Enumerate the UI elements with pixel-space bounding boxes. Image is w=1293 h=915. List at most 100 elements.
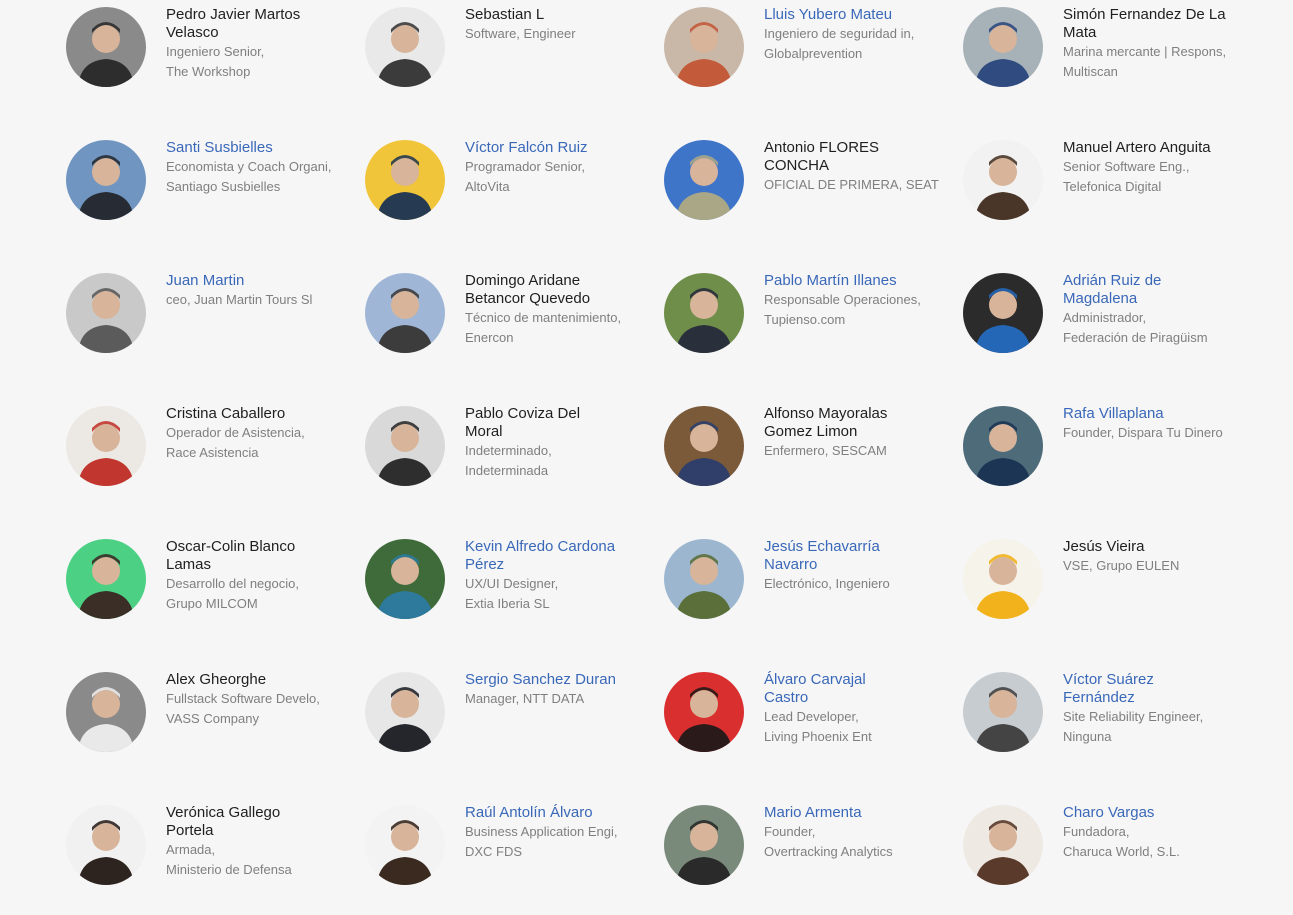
person-card[interactable]: Víctor Suárez Fernández Site Reliability E… <box>963 671 1253 782</box>
person-name: Alex Gheorghe <box>166 671 267 688</box>
person-role: VSE, Grupo EULEN <box>1063 558 1180 573</box>
avatar[interactable] <box>963 805 1043 885</box>
person-card[interactable]: Manuel Artero Anguita Senior Software Eng… <box>963 139 1253 250</box>
person-role: Marina mercante | Respons, Multiscan <box>1063 44 1227 79</box>
person-card[interactable]: Charo Vargas Fundadora, Charuca World, S.L… <box>963 804 1253 915</box>
avatar[interactable] <box>664 140 744 220</box>
avatar-image <box>963 406 1043 486</box>
person-name[interactable]: Charo Vargas <box>1063 804 1243 822</box>
person-card[interactable]: Raúl Antolín Álvaro Business Application … <box>365 804 655 915</box>
avatar[interactable] <box>365 7 445 87</box>
person-card[interactable]: Santi Susbielles Economista y Coach Organ… <box>66 139 356 250</box>
avatar[interactable] <box>66 672 146 752</box>
person-card[interactable]: Oscar-Colin Blanco Lamas Desarrollo del ne… <box>66 538 356 649</box>
person-name[interactable]: Álvaro Carvajal Castro <box>764 671 944 707</box>
avatar-image <box>963 672 1043 752</box>
avatar[interactable] <box>664 273 744 353</box>
person-name[interactable]: Rafa Villaplana <box>1063 405 1243 423</box>
avatar[interactable] <box>963 7 1043 87</box>
person-card[interactable]: Verónica Gallego Portela Armada, Ministerio… <box>66 804 356 915</box>
person-info: Simón Fernandez De La Mata Marina mercante… <box>1063 6 1243 82</box>
person-name: Simón Fernandez De La Mata <box>1063 6 1226 41</box>
person-card[interactable]: Mario Armenta Founder, Overtracking Analyt… <box>664 804 954 915</box>
person-info: Oscar-Colin Blanco Lamas Desarrollo del ne… <box>166 538 346 614</box>
avatar[interactable] <box>664 805 744 885</box>
person-role: Programador Senior, AltoVita <box>465 159 585 194</box>
avatar[interactable] <box>963 539 1043 619</box>
person-role: Responsable Operaciones, Tupienso.com <box>764 292 921 327</box>
person-name: Alfonso Mayoralas Gomez Limon <box>764 405 888 440</box>
person-info: Sebastian L Software, Engineer <box>465 6 645 44</box>
avatar[interactable] <box>963 672 1043 752</box>
person-card[interactable]: Kevin Alfredo Cardona Pérez UX/UI Designer… <box>365 538 655 649</box>
person-role: Founder, Overtracking Analytics <box>764 824 893 859</box>
avatar[interactable] <box>66 273 146 353</box>
avatar[interactable] <box>365 805 445 885</box>
avatar[interactable] <box>963 140 1043 220</box>
person-name[interactable]: Juan Martin <box>166 272 346 290</box>
person-card[interactable]: Jesús Vieira VSE, Grupo EULEN <box>963 538 1253 649</box>
person-card[interactable]: Alfonso Mayoralas Gomez Limon Enfermero, S… <box>664 405 954 516</box>
person-name[interactable]: Raúl Antolín Álvaro <box>465 804 645 822</box>
person-card[interactable]: Lluis Yubero Mateu Ingeniero de seguridad… <box>664 6 954 117</box>
person-card[interactable]: Juan Martin ceo, Juan Martin Tours Sl <box>66 272 356 383</box>
person-card[interactable]: Jesús Echavarría Navarro Electrónico, Inge… <box>664 538 954 649</box>
person-name[interactable]: Pablo Martín Illanes <box>764 272 944 290</box>
avatar[interactable] <box>365 539 445 619</box>
avatar[interactable] <box>66 7 146 87</box>
person-card[interactable]: Domingo Aridane Betancor Quevedo Técnico d… <box>365 272 655 383</box>
avatar[interactable] <box>963 273 1043 353</box>
avatar[interactable] <box>66 539 146 619</box>
avatar-image <box>66 140 146 220</box>
avatar[interactable] <box>664 7 744 87</box>
person-name[interactable]: Adrián Ruiz de Magdalena <box>1063 272 1243 308</box>
person-card[interactable]: Sebastian L Software, Engineer <box>365 6 655 117</box>
person-card[interactable]: Simón Fernandez De La Mata Marina mercante… <box>963 6 1253 117</box>
person-name[interactable]: Jesús Echavarría Navarro <box>764 538 944 574</box>
person-name[interactable]: Sergio Sanchez Duran <box>465 671 645 689</box>
person-card[interactable]: Álvaro Carvajal Castro Lead Developer, Livi… <box>664 671 954 782</box>
avatar[interactable] <box>66 805 146 885</box>
avatar[interactable] <box>365 672 445 752</box>
person-name[interactable]: Kevin Alfredo Cardona Pérez <box>465 538 645 574</box>
person-card[interactable]: Alex Gheorghe Fullstack Software Develo, V… <box>66 671 356 782</box>
person-name[interactable]: Víctor Falcón Ruiz <box>465 139 645 157</box>
person-info: Cristina Caballero Operador de Asistencia… <box>166 405 346 463</box>
person-card[interactable]: Pablo Coviza Del Moral Indeterminado, Indet… <box>365 405 655 516</box>
avatar-image <box>365 273 445 353</box>
avatar[interactable] <box>365 273 445 353</box>
person-info: Rafa Villaplana Founder, Dispara Tu Diner… <box>1063 405 1243 443</box>
avatar-image <box>365 805 445 885</box>
avatar[interactable] <box>66 140 146 220</box>
avatar-image <box>963 140 1043 220</box>
person-info: Kevin Alfredo Cardona Pérez UX/UI Designer… <box>465 538 645 614</box>
person-name[interactable]: Lluis Yubero Mateu <box>764 6 944 24</box>
person-card[interactable]: Cristina Caballero Operador de Asistencia… <box>66 405 356 516</box>
avatar[interactable] <box>365 140 445 220</box>
person-card[interactable]: Víctor Falcón Ruiz Programador Senior, Alt… <box>365 139 655 250</box>
person-role: Desarrollo del negocio, Grupo MILCOM <box>166 576 299 611</box>
avatar[interactable] <box>66 406 146 486</box>
person-name[interactable]: Víctor Suárez Fernández <box>1063 671 1243 707</box>
person-role: Site Reliability Engineer, Ninguna <box>1063 709 1204 744</box>
avatar[interactable] <box>664 539 744 619</box>
person-info: Alfonso Mayoralas Gomez Limon Enfermero, S… <box>764 405 944 461</box>
person-role: Manager, NTT DATA <box>465 691 585 706</box>
person-role: Operador de Asistencia, Race Asistencia <box>166 425 305 460</box>
person-role: OFICIAL DE PRIMERA, SEAT <box>764 177 939 192</box>
person-name[interactable]: Mario Armenta <box>764 804 944 822</box>
person-card[interactable]: Antonio FLORES CONCHA OFICIAL DE PRIMERA,… <box>664 139 954 250</box>
avatar[interactable] <box>664 672 744 752</box>
person-role: Senior Software Eng., Telefonica Digital <box>1063 159 1190 194</box>
person-card[interactable]: Pedro Javier Martos Velasco Ingeniero Seni… <box>66 6 356 117</box>
avatar[interactable] <box>664 406 744 486</box>
person-name[interactable]: Santi Susbielles <box>166 139 346 157</box>
avatar-image <box>963 273 1043 353</box>
person-card[interactable]: Sergio Sanchez Duran Manager, NTT DATA <box>365 671 655 782</box>
avatar[interactable] <box>963 406 1043 486</box>
person-card[interactable]: Rafa Villaplana Founder, Dispara Tu Diner… <box>963 405 1253 516</box>
person-card[interactable]: Adrián Ruiz de Magdalena Administrador, Fed… <box>963 272 1253 383</box>
avatar-image <box>664 672 744 752</box>
person-card[interactable]: Pablo Martín Illanes Responsable Operacio… <box>664 272 954 383</box>
avatar[interactable] <box>365 406 445 486</box>
